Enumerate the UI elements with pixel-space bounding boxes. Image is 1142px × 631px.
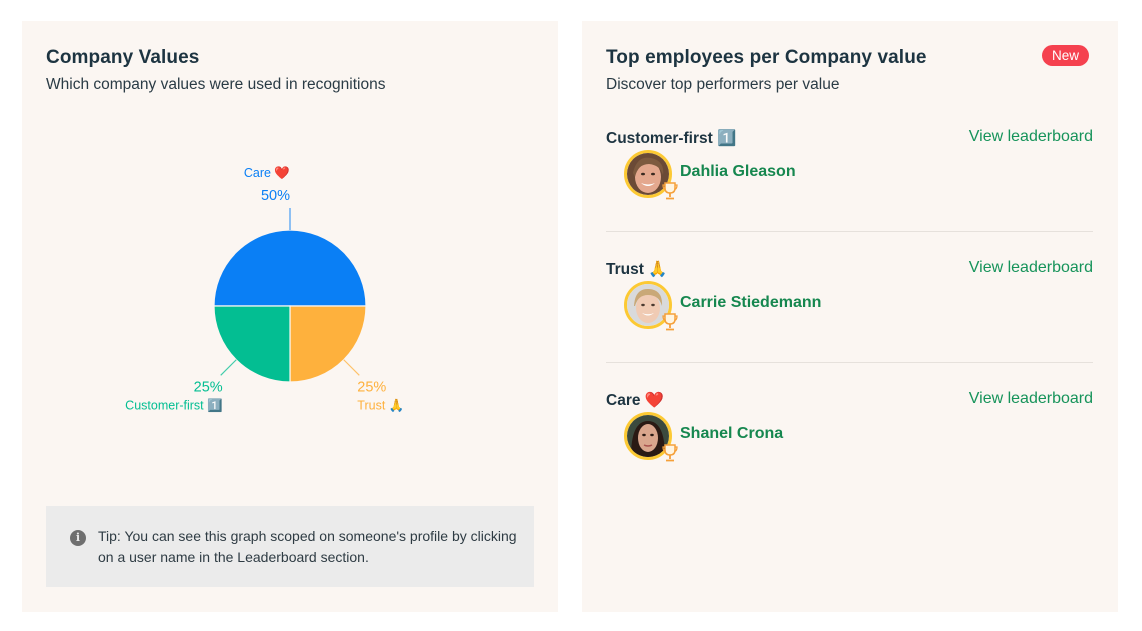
trophy-icon xyxy=(662,313,678,331)
info-icon: i xyxy=(70,530,86,546)
employee-name[interactable]: Carrie Stiedemann xyxy=(680,294,821,312)
value-title: Trust 🙏 xyxy=(606,260,668,279)
employee-name[interactable]: Dahlia Gleason xyxy=(680,163,796,181)
employee-item[interactable]: Dahlia Gleason xyxy=(624,150,924,202)
pie-slice-0[interactable] xyxy=(213,229,367,307)
praying-hands-emoji-icon: 🙏 xyxy=(648,261,668,278)
company-values-pie-chart: 50% Care ❤️ 25% Trust 🙏 25% Customer-first 1️… xyxy=(125,166,404,412)
pie-leader-line-1 xyxy=(343,359,360,376)
trophy-icon xyxy=(662,444,678,462)
card-subtitle: Discover top performers per value xyxy=(606,76,840,93)
tip-text: Tip: You can see this graph scoped on so… xyxy=(98,528,517,565)
trophy-icon xyxy=(662,182,678,200)
employee-name[interactable]: Shanel Crona xyxy=(680,425,783,443)
pie-percent-label-0: 50% xyxy=(261,188,290,204)
pie-percent-label-1: 25% xyxy=(357,379,386,395)
value-title: Care ❤️ xyxy=(606,391,664,410)
view-leaderboard-link[interactable]: View leaderboard xyxy=(969,390,1093,408)
new-badge: New xyxy=(1042,45,1089,66)
value-name: Customer-first xyxy=(606,130,713,147)
company-values-card: Company Values Which company values were… xyxy=(22,21,558,612)
value-title: Customer-first 1️⃣ xyxy=(606,129,736,148)
view-leaderboard-link[interactable]: View leaderboard xyxy=(969,259,1093,277)
pie-category-label-1: Trust 🙏 xyxy=(357,398,404,412)
employee-item[interactable]: Shanel Crona xyxy=(624,412,924,464)
top-employees-card: Top employees per Company value New Disc… xyxy=(582,21,1118,612)
pie-leader-line-2 xyxy=(220,359,237,376)
tip-box: i Tip: You can see this graph scoped on … xyxy=(46,506,534,587)
divider xyxy=(606,362,1093,363)
pie-percent-label-2: 25% xyxy=(194,379,223,395)
card-title: Top employees per Company value xyxy=(606,47,927,68)
divider xyxy=(606,231,1093,232)
value-name: Trust xyxy=(606,261,644,278)
value-name: Care xyxy=(606,392,641,409)
employee-item[interactable]: Carrie Stiedemann xyxy=(624,281,924,333)
pie-category-label-2: Customer-first 1️⃣ xyxy=(125,397,223,412)
number-one-emoji-icon: 1️⃣ xyxy=(717,130,737,147)
view-leaderboard-link[interactable]: View leaderboard xyxy=(969,128,1093,146)
pie-category-label-0: Care ❤️ xyxy=(244,166,291,180)
red-heart-emoji-icon: ❤️ xyxy=(644,392,665,409)
